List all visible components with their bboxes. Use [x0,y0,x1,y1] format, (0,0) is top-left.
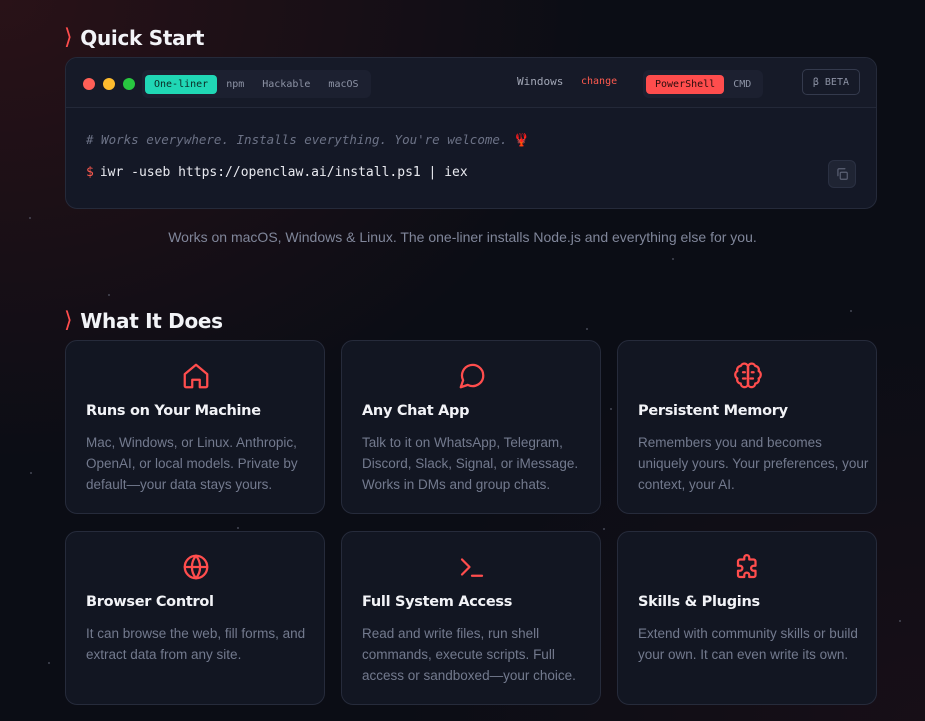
feature-title: Skills & Plugins [638,594,760,610]
feature-description: It can browse the web, fill forms, and e… [86,626,306,662]
star-dot [672,258,674,260]
install-method-tabs: One-liner npm Hackable macOS [142,70,371,98]
star-dot [899,620,901,622]
lobster-icon: 🦞 [513,132,530,147]
comment-text: # Works everywhere. Installs everything.… [86,132,508,147]
tab-hackable[interactable]: Hackable [253,75,319,94]
shell-tabs: PowerShell CMD [643,70,764,98]
feature-card: Skills & Plugins Extend with community s… [617,531,877,705]
os-label: Windows [517,75,564,88]
terminal-icon [457,552,487,582]
feature-card: Any Chat App Talk to it on WhatsApp, Tel… [341,340,601,514]
star-dot [586,328,588,330]
chevron-right-icon: ⟩ [64,25,73,50]
os-change-link[interactable]: change [581,76,617,87]
globe-icon [181,552,211,582]
terminal-titlebar: One-liner npm Hackable macOS Windows cha… [66,58,876,108]
star-dot [603,528,605,530]
puzzle-icon [733,552,763,582]
prompt-symbol: $ [86,165,94,180]
brain-icon [733,361,763,391]
tab-powershell[interactable]: PowerShell [646,74,725,94]
terminal-window: One-liner npm Hackable macOS Windows cha… [65,57,877,209]
terminal-body: # Works everywhere. Installs everything.… [66,108,876,208]
copy-button[interactable] [828,160,856,188]
star-dot [850,310,852,312]
chat-bubble-icon [457,361,487,391]
feature-description: Mac, Windows, or Linux. Anthropic, OpenA… [86,435,298,492]
feature-card: Runs on Your Machine Mac, Windows, or Li… [65,340,325,514]
beta-button[interactable]: β BETA [801,69,860,95]
what-it-does-heading: ⟩ What It Does [64,308,223,333]
feature-description: Talk to it on WhatsApp, Telegram, Discor… [362,435,579,492]
terminal-comment: # Works everywhere. Installs everything.… [86,132,529,148]
feature-title: Persistent Memory [638,403,788,419]
star-dot [108,294,110,296]
star-dot [237,527,239,529]
feature-title: Any Chat App [362,403,470,419]
feature-title: Browser Control [86,594,214,610]
feature-description: Extend with community skills or build yo… [638,626,858,662]
feature-card: Browser Control It can browse the web, f… [65,531,325,705]
window-maximize-dot [123,78,135,90]
copy-icon [837,168,848,180]
tab-cmd[interactable]: CMD [724,75,760,94]
install-command[interactable]: $ iwr -useb https://openclaw.ai/install.p… [86,165,468,180]
star-dot [29,217,31,219]
tab-npm[interactable]: npm [217,75,253,94]
beta-label: β BETA [812,76,849,88]
install-note: Works on macOS, Windows & Linux. The one… [168,229,757,245]
star-dot [48,662,50,664]
tab-one-liner[interactable]: One-liner [145,74,218,94]
feature-title: Runs on Your Machine [86,403,261,419]
chevron-right-icon: ⟩ [64,308,73,333]
home-icon [181,361,211,391]
section-title: What It Does [80,308,223,333]
window-minimize-dot [103,78,115,90]
tab-macos[interactable]: macOS [319,75,367,94]
feature-description: Remembers you and becomes uniquely yours… [638,435,869,492]
section-title: Quick Start [80,25,205,50]
star-dot [30,472,32,474]
feature-title: Full System Access [362,594,513,610]
window-close-dot [83,78,95,90]
feature-card: Full System Access Read and write files,… [341,531,601,705]
command-text[interactable]: iwr -useb https://openclaw.ai/install.ps… [100,165,468,180]
quick-start-heading: ⟩ Quick Start [64,25,204,50]
star-dot [610,408,612,410]
feature-description: Read and write files, run shell commands… [362,626,576,683]
feature-card: Persistent Memory Remembers you and beco… [617,340,877,514]
